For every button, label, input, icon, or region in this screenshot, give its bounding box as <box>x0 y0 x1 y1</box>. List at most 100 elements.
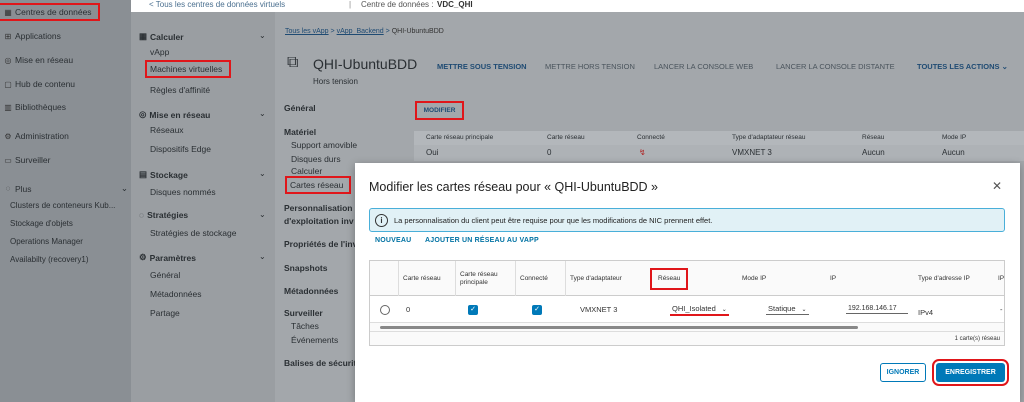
row-select-radio[interactable] <box>380 296 390 323</box>
chevron-down-icon[interactable]: ⌄ <box>259 169 266 178</box>
section-policies[interactable]: ◌ Stratégies <box>139 210 188 220</box>
datacenter-navigation: ▦ Calculer ⌄ vApp Machines virtuelles Règ… <box>131 12 275 402</box>
chevron-down-icon[interactable]: ⌄ <box>259 210 266 219</box>
save-button[interactable]: ENREGISTRER <box>932 359 1009 386</box>
info-icon: i <box>375 214 388 227</box>
nav-networks[interactable]: Réseaux <box>150 125 184 135</box>
nav-monitor[interactable]: ▭ Surveiller <box>4 155 50 165</box>
add-vapp-network-link[interactable]: AJOUTER UN RÉSEAU AU VAPP <box>425 237 539 244</box>
web-console-action[interactable]: LANCER LA CONSOLE WEB <box>654 62 753 71</box>
vmnav-guest-os[interactable]: d'exploitation inv <box>284 216 354 226</box>
nav-more[interactable]: ◌ Plus ⌄ <box>4 183 128 194</box>
compute-icon: ▦ <box>139 31 148 41</box>
col-ip-type: Type d'adresse IP <box>918 274 970 282</box>
nav-administration[interactable]: ⚙ Administration <box>4 131 69 141</box>
ip-address-type: IPv4 <box>918 308 934 317</box>
nav-label: Bibliothèques <box>15 102 67 112</box>
section-compute[interactable]: ▦ Calculer <box>139 31 184 42</box>
grid-header: Carte réseau Carte réseau principale Con… <box>370 261 1004 296</box>
vm-power-status: Hors tension <box>313 77 358 86</box>
storage-icon: ▤ <box>139 169 148 179</box>
nav-libraries[interactable]: ▥ Bibliothèques <box>4 102 66 112</box>
vmnav-compute[interactable]: Calculer <box>291 166 322 176</box>
power-on-action[interactable]: METTRE SOUS TENSION <box>437 62 527 71</box>
network-select[interactable]: QHI_Isolated ⌄ <box>670 296 729 323</box>
nav-named-disks[interactable]: Disques nommés <box>150 187 216 197</box>
checkmark-icon: ✓ <box>468 304 478 315</box>
ip-input[interactable]: 192.168.146.17 <box>846 296 908 323</box>
policy-icon: ◌ <box>139 210 145 220</box>
vmnav-network-cards[interactable]: Cartes réseau <box>285 176 351 194</box>
ignore-button[interactable]: IGNORER <box>880 363 926 382</box>
new-nic-link[interactable]: NOUVEAU <box>375 237 411 244</box>
chevron-down-icon[interactable]: ⌄ <box>259 31 266 40</box>
vmnav-guest-customization[interactable]: Personnalisation <box>284 203 353 213</box>
nav-sub-k8s[interactable]: Clusters de conteneurs Kub... <box>10 201 115 210</box>
nav-general[interactable]: Général <box>150 270 180 280</box>
vmnav-events[interactable]: Événements <box>291 335 338 345</box>
breadcrumb-vapp[interactable]: vApp_Backend <box>337 28 384 35</box>
vmnav-snapshots[interactable]: Snapshots <box>284 263 327 273</box>
top-breadcrumb-bar: < Tous les centres de données virtuels |… <box>131 0 1024 12</box>
chevron-down-icon[interactable]: ⌄ <box>259 109 266 118</box>
col-ip: IP <box>830 274 837 282</box>
nic-edit-grid: Carte réseau Carte réseau principale Con… <box>369 260 1005 346</box>
nav-content-hub[interactable]: ▢ Hub de contenu <box>4 79 75 89</box>
nav-label: Centres de données <box>15 7 92 17</box>
col-card: Carte réseau <box>398 261 455 296</box>
vm-title: QHI-UbuntuBDD <box>313 56 418 72</box>
vmnav-general[interactable]: Général <box>284 103 316 113</box>
table-row: Oui 0 ↯ VMXNET 3 Aucun Aucun <box>414 145 1024 161</box>
datacenter-name: VDC_QHI <box>437 0 473 9</box>
nav-label: Plus <box>15 183 32 194</box>
administration-icon: ⚙ <box>4 131 12 141</box>
primary-checkbox[interactable]: ✓ <box>468 296 478 323</box>
section-settings[interactable]: ⚙ Paramètres <box>139 252 196 263</box>
vmnav-guest-properties[interactable]: Propriétés de l'inv <box>284 239 357 249</box>
vmnav-metadata[interactable]: Métadonnées <box>284 286 338 296</box>
nav-virtual-machines[interactable]: Machines virtuelles <box>145 60 231 78</box>
nav-sub-object-storage[interactable]: Stockage d'objets <box>10 219 73 228</box>
breadcrumb-all-vapps[interactable]: Tous les vApp <box>285 28 329 35</box>
vmnav-removable-media[interactable]: Support amovible <box>291 140 357 150</box>
ip-placeholder: - <box>1000 305 1003 314</box>
col-primary: Carte réseau principale <box>455 261 515 296</box>
col-ip-mode: Mode IP <box>742 274 767 282</box>
nav-sub-operations-manager[interactable]: Operations Manager <box>10 237 83 246</box>
section-storage[interactable]: ▤ Stockage <box>139 169 188 180</box>
col-adapter-type: Type d'adaptateur <box>565 261 648 296</box>
nav-metadata[interactable]: Métadonnées <box>150 289 202 299</box>
chevron-down-icon[interactable]: ⌄ <box>259 252 266 261</box>
vmnav-tasks[interactable]: Tâches <box>291 321 319 331</box>
nav-label: Administration <box>15 131 69 141</box>
nav-sub-availability[interactable]: Availabilty (recovery1) <box>10 255 89 264</box>
vmnav-security-tags[interactable]: Balises de sécurit <box>284 358 356 368</box>
nav-affinity-rules[interactable]: Règles d'affinité <box>150 85 210 95</box>
nav-networking[interactable]: ◎ Mise en réseau <box>4 55 74 65</box>
vmnav-hard-disks[interactable]: Disques durs <box>291 154 341 164</box>
close-icon[interactable]: ✕ <box>992 179 1002 193</box>
chevron-down-icon: ⌄ <box>721 306 727 313</box>
section-networking[interactable]: ◎ Mise en réseau <box>139 109 210 120</box>
connected-checkbox[interactable]: ✓ <box>532 296 542 323</box>
table-row: 0 ✓ ✓ VMXNET 3 QHI_Isolated ⌄ Statique ⌄ 1… <box>370 296 1004 323</box>
datacenter-label: Centre de données : <box>361 0 434 9</box>
nav-datacenters[interactable]: ▦ Centres de données <box>0 3 100 21</box>
nav-vapp[interactable]: vApp <box>150 47 169 57</box>
card-number: 0 <box>406 305 411 314</box>
modify-button[interactable]: MODIFIER <box>415 101 464 120</box>
nav-edge-gateways[interactable]: Dispositifs Edge <box>150 144 211 154</box>
breadcrumb-vm: QHI-UbuntuBDD <box>391 28 444 35</box>
remote-console-action[interactable]: LANCER LA CONSOLE DISTANTE <box>776 62 895 71</box>
power-off-action[interactable]: METTRE HORS TENSION <box>545 62 635 71</box>
network-cards-table: Carte réseau principale Carte réseau Con… <box>414 131 1024 161</box>
content-hub-icon: ▢ <box>4 79 12 89</box>
horizontal-scrollbar[interactable] <box>380 326 858 329</box>
nav-sharing[interactable]: Partage <box>150 308 180 318</box>
ip-mode-select[interactable]: Statique ⌄ <box>766 296 809 323</box>
nav-applications[interactable]: ⊞ Applications <box>4 31 61 41</box>
separator: | <box>349 0 352 9</box>
all-actions-dropdown[interactable]: TOUTES LES ACTIONS ⌄ <box>917 62 1008 71</box>
nav-storage-policies[interactable]: Stratégies de stockage <box>150 228 236 238</box>
back-to-datacenters-link[interactable]: < Tous les centres de données virtuels <box>149 0 285 9</box>
